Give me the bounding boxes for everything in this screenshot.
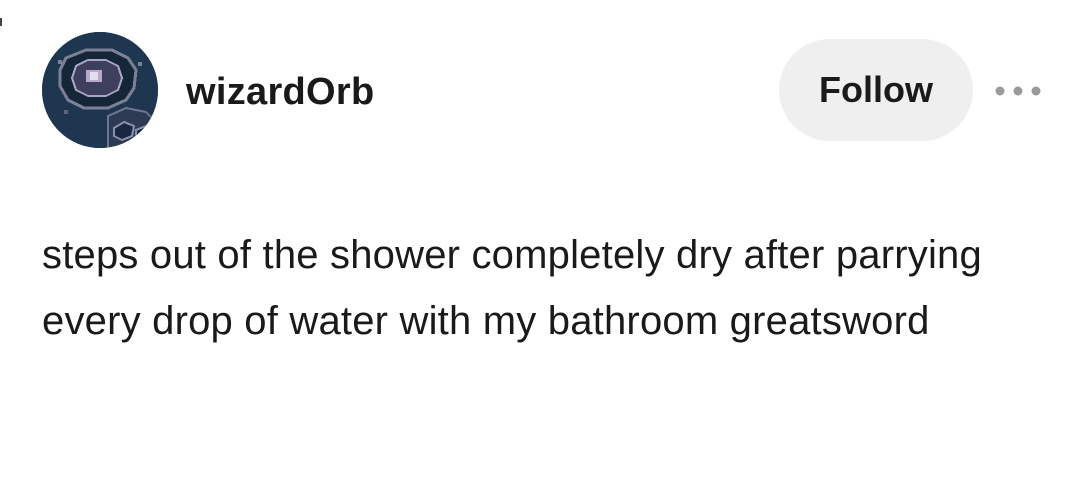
more-options-button[interactable] (988, 76, 1048, 106)
author-username[interactable]: wizardOrb (186, 70, 375, 114)
pixel-orb-avatar-icon (42, 32, 158, 148)
post-text: steps out of the shower completely dry a… (42, 233, 982, 343)
author-avatar[interactable] (42, 32, 158, 148)
post-header: wizardOrb Follow (0, 0, 1080, 180)
post-card: wizardOrb Follow steps out of the shower… (0, 0, 1080, 485)
more-horizontal-icon (995, 86, 1041, 96)
post-content: steps out of the shower completely dry a… (42, 222, 1052, 354)
follow-button[interactable]: Follow (779, 39, 973, 141)
